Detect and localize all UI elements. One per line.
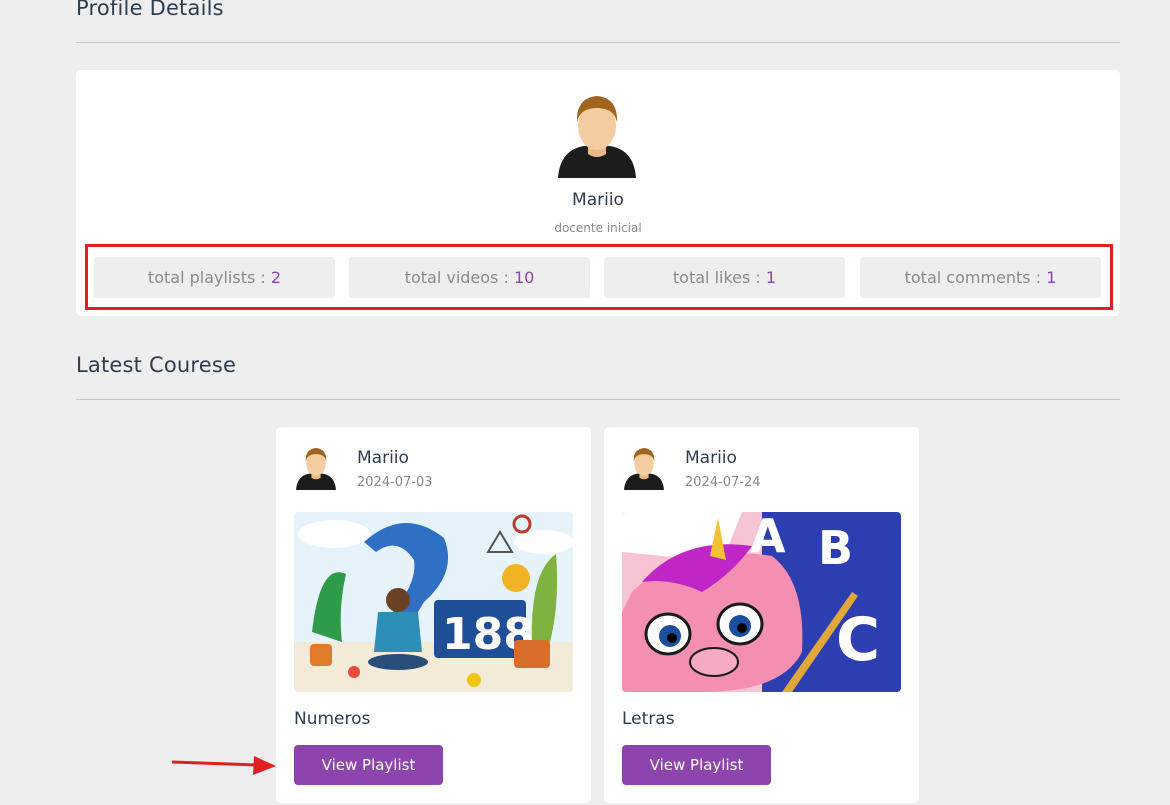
course-title: Letras: [622, 709, 675, 729]
profile-card: Mariio docente inicial total playlists :…: [76, 70, 1120, 316]
course-title: Numeros: [294, 709, 371, 729]
section-divider: [76, 399, 1120, 400]
stats-highlight-box: total playlists : 2 total videos : 10 to…: [85, 244, 1113, 310]
red-arrow-icon: [171, 756, 276, 775]
stat-label: total likes :: [672, 268, 766, 287]
course-author: Mariio: [357, 448, 409, 468]
courses-section-title: Latest Courese: [76, 353, 237, 377]
stat-value: 1: [765, 268, 777, 287]
stat-total-videos: total videos : 10: [349, 257, 590, 298]
course-date: 2024-07-03: [357, 475, 433, 490]
stat-total-comments: total comments : 1: [860, 257, 1101, 298]
stat-total-playlists: total playlists : 2: [94, 257, 335, 298]
profile-name: Mariio: [572, 190, 624, 210]
stat-label: total playlists :: [147, 268, 271, 287]
view-playlist-button[interactable]: View Playlist: [622, 745, 771, 785]
course-thumbnail-letters-image[interactable]: A B C: [622, 512, 901, 692]
stat-value: 1: [1046, 268, 1057, 287]
view-playlist-button[interactable]: View Playlist: [294, 745, 443, 785]
course-thumbnail-numbers-image[interactable]: 188: [294, 512, 573, 692]
user-avatar-icon: [624, 448, 664, 491]
profile-role: docente inicial: [554, 221, 642, 235]
svg-text:B: B: [818, 521, 853, 575]
course-card: Mariio 2024-07-24 A B C Letras View Play…: [604, 427, 919, 803]
stat-total-likes: total likes : 1: [604, 257, 845, 298]
course-card: Mariio 2024-07-03 188 Numeros View Playl…: [276, 427, 591, 803]
course-date: 2024-07-24: [685, 475, 761, 490]
stat-label: total comments :: [904, 268, 1047, 287]
user-avatar-icon: [296, 448, 336, 491]
stat-value: 2: [270, 268, 282, 287]
section-divider: [76, 42, 1120, 43]
user-avatar-icon: [558, 96, 636, 178]
stat-value: 10: [513, 268, 535, 287]
course-author: Mariio: [685, 448, 737, 468]
page: Profile Details Mariio docente inicial t…: [0, 0, 1170, 805]
stat-label: total videos :: [404, 268, 514, 287]
profile-section-title: Profile Details: [76, 0, 224, 20]
